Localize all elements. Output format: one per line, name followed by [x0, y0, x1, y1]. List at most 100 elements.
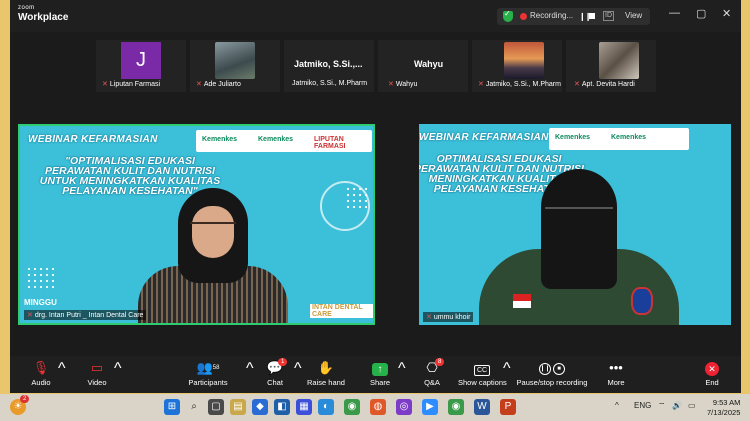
participant-name: Wahyu	[395, 81, 418, 88]
word-icon[interactable]: W	[474, 399, 490, 415]
mic-muted-icon: 🎙	[32, 360, 50, 375]
store-icon[interactable]: ◧	[274, 399, 290, 415]
recording-dot-icon	[520, 13, 527, 20]
logo-kemenkes-2: Kemenkes	[258, 136, 294, 143]
captions-icon: CC	[458, 360, 506, 378]
share-button[interactable]: ↑ Share	[368, 360, 392, 387]
chat-button[interactable]: 💬 1 Chat	[262, 358, 288, 387]
person-glasses	[190, 222, 236, 232]
active-speaker-video[interactable]: WEBINAR KEFARMASIAN Kemenkes Kemenkes LI…	[18, 124, 375, 325]
audio-options-chevron-icon[interactable]: ^	[58, 360, 66, 378]
recording-status: Recording...	[530, 11, 574, 20]
recording-pill: Recording... ❙❙ ID View	[497, 8, 650, 25]
sponsor-logos: Kemenkes Kemenkes	[549, 128, 689, 150]
participant-tile[interactable]: Jatmiko, S.Si.,... Jatmiko, S.Si., M.Pha…	[284, 40, 374, 92]
meeting-info-icon[interactable]: ID	[603, 11, 614, 21]
captions-options-chevron-icon[interactable]: ^	[503, 360, 511, 378]
view-button[interactable]: View	[625, 11, 642, 20]
close-icon[interactable]: ✕	[722, 7, 731, 20]
mic-muted-icon: ✕	[27, 312, 33, 319]
participant-name-tag: ✕ drg. Intan Putri _ Intan Dental Care	[24, 310, 147, 320]
participant-name: Ade Juliarto	[203, 81, 241, 88]
participant-label: ✕ Ade Juliarto	[196, 80, 241, 88]
share-label: Share	[369, 378, 390, 387]
participants-count: 58	[212, 365, 220, 371]
audio-button[interactable]: 🎙 Audio	[28, 360, 54, 387]
video-options-chevron-icon[interactable]: ^	[114, 360, 122, 378]
chrome-icon[interactable]: ◉	[448, 399, 464, 415]
tray-chevron-icon[interactable]: ^	[615, 401, 619, 410]
raise-hand-button[interactable]: ✋ Raise hand	[306, 360, 346, 387]
app-icon[interactable]: ▦	[296, 399, 312, 415]
logo-liputan-farmasi: LIPUTAN FARMASI	[314, 136, 346, 150]
qa-button[interactable]: ⎔ 8 Q&A	[421, 358, 445, 387]
chat-label: Chat	[267, 378, 283, 387]
logo-kemenkes: Kemenkes	[202, 136, 238, 143]
participant-name: Apt. Devita Hardi	[581, 81, 635, 88]
more-button[interactable]: ••• More	[606, 360, 626, 387]
participant-video[interactable]: WEBINAR KEFARMASIAN Kemenkes Kemenkes OP…	[419, 124, 731, 325]
participants-button[interactable]: 👥58 Participants	[188, 360, 228, 387]
task-view-icon[interactable]: ▢	[208, 399, 224, 415]
meeting-toolbar: 🎙 Audio ^ ▭ Video ^ 👥58 Participants ^ 💬…	[10, 356, 741, 393]
battery-icon[interactable]: ▭	[688, 401, 696, 410]
volume-icon[interactable]: 🔊	[672, 401, 682, 410]
participant-tile[interactable]: ✕ Apt. Devita Hardi	[566, 40, 656, 92]
shield-icon[interactable]	[503, 9, 513, 22]
participant-tile[interactable]: ✕ Ade Juliarto	[190, 40, 280, 92]
clock-time: 9:53 AM	[712, 398, 741, 407]
avatar	[599, 42, 639, 79]
end-button[interactable]: ✕ End	[702, 360, 722, 387]
person-glasses	[545, 207, 613, 219]
participants-icon: 👥58	[196, 360, 220, 375]
captions-label: Show captions	[458, 378, 507, 387]
chat-options-chevron-icon[interactable]: ^	[294, 360, 302, 378]
system-clock[interactable]: 9:53 AM 7/13/2025	[707, 398, 740, 418]
recording-button[interactable]: ❙❙ ■ Pause/stop recording	[516, 360, 588, 387]
logo-kemenkes-2: Kemenkes	[611, 134, 647, 141]
app-icon[interactable]: ◉	[344, 399, 360, 415]
raise-hand-icon: ✋	[317, 360, 335, 375]
title-bar: zoom Workplace Recording... ❙❙ ID View —…	[10, 0, 741, 32]
maximize-icon[interactable]: ▢	[696, 7, 706, 20]
mic-muted-icon: ✕	[196, 81, 202, 88]
photos-icon[interactable]: ◆	[252, 399, 268, 415]
zoom-app-icon[interactable]: ▶	[422, 399, 438, 415]
video-button[interactable]: ▭ Video	[84, 360, 110, 387]
wifi-icon[interactable]: ⌔	[658, 401, 666, 411]
sponsor-logos: Kemenkes Kemenkes LIPUTAN FARMASI	[196, 130, 372, 152]
zoom-window: zoom Workplace Recording... ❙❙ ID View —…	[10, 0, 741, 393]
day-label: MINGGU	[24, 298, 57, 307]
share-options-chevron-icon[interactable]: ^	[398, 360, 406, 378]
flag-icon	[513, 294, 531, 308]
firefox-icon[interactable]: ◍	[370, 399, 386, 415]
start-menu-icon[interactable]: ⊞	[164, 399, 180, 415]
video-off-icon: ▭	[90, 360, 104, 375]
mic-muted-icon: ✕	[426, 314, 432, 321]
participant-tile[interactable]: ✕ Jatmiko, S.Si., M.Pharm	[472, 40, 562, 92]
participants-label: Participants	[188, 378, 228, 387]
raise-hand-label: Raise hand	[307, 378, 345, 387]
file-explorer-icon[interactable]: ▤	[230, 399, 246, 415]
participant-tile[interactable]: J ✕ Liputan Farmasi	[96, 40, 186, 92]
search-icon[interactable]: ⌕	[186, 399, 202, 415]
mic-muted-icon: ✕	[102, 81, 108, 88]
language-indicator[interactable]: ENG	[634, 401, 651, 410]
participants-options-chevron-icon[interactable]: ^	[246, 360, 254, 378]
minimize-icon[interactable]: —	[669, 7, 680, 19]
participant-display-name: Wahyu	[414, 59, 444, 69]
edge-browser-icon[interactable]: ◐	[318, 399, 334, 415]
end-label: End	[705, 378, 719, 387]
app-brand: zoom Workplace	[18, 5, 68, 23]
participant-tile[interactable]: Wahyu ✕ Wahyu	[378, 40, 468, 92]
speaker-person	[138, 188, 288, 323]
avatar	[504, 42, 544, 79]
participant-name: drg. Intan Putri _ Intan Dental Care	[34, 312, 144, 319]
participant-person	[479, 169, 679, 325]
powerpoint-icon[interactable]: P	[500, 399, 516, 415]
participants-strip: J ✕ Liputan Farmasi ✕ Ade Juliarto Jatmiko…	[96, 40, 657, 92]
chrome-profile-icon[interactable]: ◎	[396, 399, 412, 415]
captions-button[interactable]: CC Show captions	[458, 360, 507, 387]
pause-stop-icon: ❙❙ ■	[516, 360, 588, 378]
stop-icon[interactable]	[589, 13, 595, 19]
